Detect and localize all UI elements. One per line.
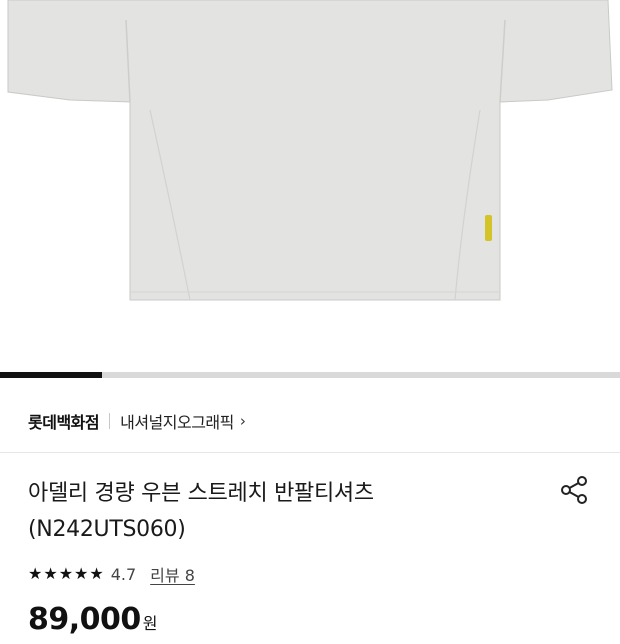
- brand-link[interactable]: 내셔널지오그래픽: [120, 409, 234, 433]
- star-icon: ★: [28, 564, 43, 583]
- product-title-line2: (N242UTS060): [28, 517, 186, 542]
- star-icon: ★: [89, 564, 104, 583]
- price: 89,000 원: [28, 600, 158, 644]
- share-icon: [561, 476, 587, 504]
- brand-divider: [109, 413, 111, 429]
- brand-row: 롯데백화점 내셔널지오그래픽 ›: [28, 406, 246, 436]
- section-divider: [0, 452, 620, 453]
- rating-row: ★ ★ ★ ★ ★ 4.7 리뷰 8: [28, 562, 195, 586]
- star-icon: ★: [43, 564, 58, 583]
- review-link[interactable]: 리뷰 8: [150, 562, 195, 586]
- store-name: 롯데백화점: [28, 413, 100, 432]
- price-unit: 원: [142, 614, 158, 633]
- product-image[interactable]: [0, 0, 620, 372]
- star-icon: ★: [74, 564, 89, 583]
- product-title: 아델리 경량 우븐 스트레치 반팔티셔츠 (N242UTS060): [28, 476, 528, 548]
- rating-value: 4.7: [110, 564, 137, 584]
- share-button[interactable]: [558, 474, 590, 506]
- tshirt-image: [7, 0, 613, 301]
- product-title-line1: 아델리 경량 우븐 스트레치 반팔티셔츠: [28, 481, 374, 506]
- gallery-progress-bar: [0, 372, 620, 378]
- gallery-progress-fill: [0, 372, 103, 378]
- label-tag: [485, 215, 492, 241]
- star-icon: ★: [58, 564, 74, 583]
- chevron-right-icon[interactable]: ›: [240, 412, 246, 430]
- rating-stars: ★ ★ ★ ★ ★: [28, 566, 105, 582]
